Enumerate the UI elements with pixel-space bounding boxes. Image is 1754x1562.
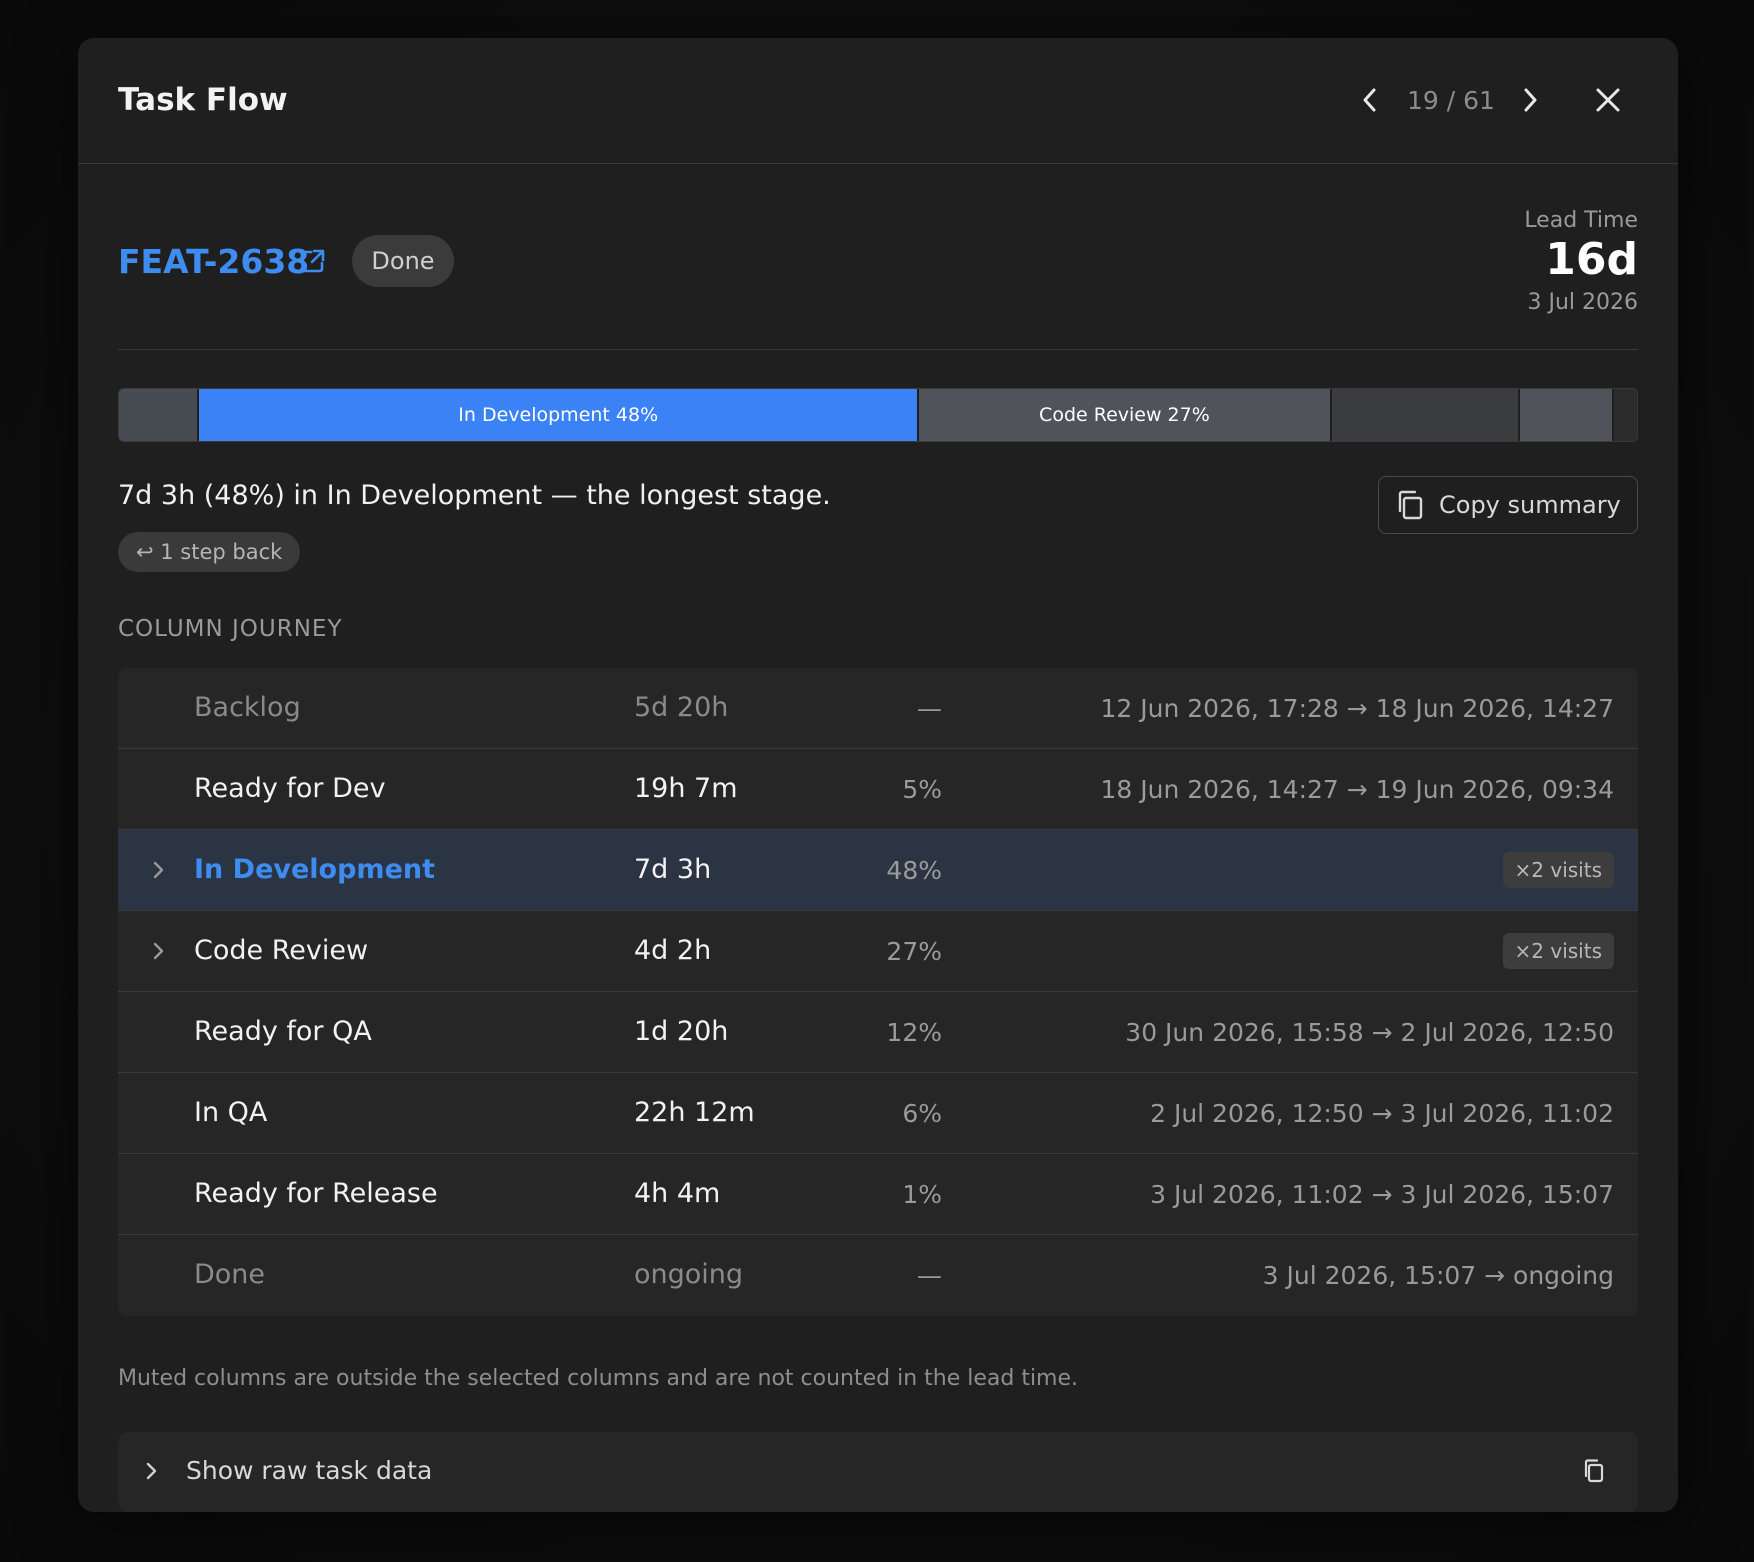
column-journey-heading: COLUMN JOURNEY <box>118 616 343 642</box>
stage-segment[interactable] <box>119 389 200 441</box>
copy-raw-data-icon[interactable] <box>1582 1458 1606 1488</box>
external-link-icon[interactable] <box>300 248 326 278</box>
column-name: Done <box>194 1259 266 1290</box>
column-date-range: 2 Jul 2026, 12:50 → 3 Jul 2026, 11:02 <box>1150 1099 1614 1128</box>
column-journey-table: Backlog 5d 20h — 12 Jun 2026, 17:28 → 18 Ju… <box>118 668 1638 1316</box>
copy-icon <box>1398 490 1423 520</box>
lead-time-date: 3 Jul 2026 <box>1527 290 1638 315</box>
stage-segment[interactable]: In Development 48% <box>199 389 919 441</box>
stage-segment[interactable] <box>1520 389 1615 441</box>
column-duration: 19h 7m <box>634 773 738 804</box>
lead-time-value: 16d <box>1545 234 1638 285</box>
modal-header: Task Flow 19 / 61 <box>78 38 1678 164</box>
column-name: Code Review <box>194 935 369 966</box>
chevron-left-icon <box>1363 88 1376 112</box>
visits-badge: ×2 visits <box>1502 852 1614 888</box>
status-badge: Done <box>352 235 454 287</box>
column-name: In QA <box>194 1097 268 1128</box>
column-duration: 7d 3h <box>634 854 712 885</box>
column-date-range: 12 Jun 2026, 17:28 → 18 Jun 2026, 14:27 <box>1100 694 1614 723</box>
column-date-range: 3 Jul 2026, 15:07 → ongoing <box>1262 1261 1614 1290</box>
footnote: Muted columns are outside the selected c… <box>118 1366 1079 1391</box>
journey-row: Ready for Dev 19h 7m 5% 18 Jun 2026, 14:27 … <box>118 749 1638 830</box>
stage-segment[interactable]: Code Review 27% <box>918 389 1332 441</box>
copy-summary-button[interactable]: Copy summary <box>1378 476 1638 534</box>
journey-row: In QA 22h 12m 6% 2 Jul 2026, 12:50 → 3 Jul … <box>118 1073 1638 1154</box>
summary-text: 7d 3h (48%) in In Development — the long… <box>118 480 831 511</box>
column-duration: 4h 4m <box>634 1178 721 1209</box>
task-id-link[interactable]: FEAT-2638 <box>118 242 309 281</box>
chevron-right-icon <box>1524 88 1537 112</box>
chevron-right-icon[interactable] <box>146 939 170 963</box>
column-percentage: 48% <box>886 856 942 885</box>
column-duration: 5d 20h <box>634 692 729 723</box>
column-percentage: 6% <box>902 1099 942 1128</box>
column-percentage: — <box>917 1261 942 1290</box>
column-name: In Development <box>194 854 436 885</box>
raw-data-label: Show raw task data <box>186 1456 433 1485</box>
column-name: Ready for QA <box>194 1016 372 1047</box>
journey-row: Done ongoing — 3 Jul 2026, 15:07 → ongoing <box>118 1235 1638 1316</box>
journey-row: Ready for QA 1d 20h 12% 30 Jun 2026, 15:58 … <box>118 992 1638 1073</box>
journey-row[interactable]: Code Review 4d 2h 27% ×2 visits <box>118 911 1638 992</box>
task-flow-modal: Task Flow 19 / 61 FEAT-2638 Done Lead Ti… <box>78 38 1678 1512</box>
column-date-range: 3 Jul 2026, 11:02 → 3 Jul 2026, 15:07 <box>1150 1180 1614 1209</box>
column-name: Ready for Dev <box>194 773 386 804</box>
column-name: Ready for Release <box>194 1178 438 1209</box>
column-percentage: 12% <box>886 1018 942 1047</box>
column-percentage: — <box>917 694 942 723</box>
column-duration: 22h 12m <box>634 1097 755 1128</box>
stage-segment[interactable] <box>1331 389 1521 441</box>
journey-row: Ready for Release 4h 4m 1% 3 Jul 2026, 11:0… <box>118 1154 1638 1235</box>
column-duration: 1d 20h <box>634 1016 729 1047</box>
previous-task-button[interactable] <box>1348 78 1392 122</box>
chevron-right-icon <box>144 1460 158 1486</box>
column-date-range: 30 Jun 2026, 15:58 → 2 Jul 2026, 12:50 <box>1125 1018 1614 1047</box>
raw-data-toggle[interactable]: Show raw task data <box>118 1432 1638 1512</box>
visits-badge: ×2 visits <box>1502 933 1614 969</box>
step-back-badge: ↩ 1 step back <box>118 532 301 572</box>
close-icon <box>1596 88 1620 112</box>
copy-summary-label: Copy summary <box>1439 491 1621 519</box>
journey-row: Backlog 5d 20h — 12 Jun 2026, 17:28 → 18 Ju… <box>118 668 1638 749</box>
lead-time-label: Lead Time <box>1524 208 1638 233</box>
column-percentage: 1% <box>902 1180 942 1209</box>
journey-row[interactable]: In Development 7d 3h 48% ×2 visits <box>118 830 1638 911</box>
column-duration: ongoing <box>634 1259 744 1290</box>
column-percentage: 5% <box>902 775 942 804</box>
modal-title: Task Flow <box>118 82 288 118</box>
column-percentage: 27% <box>886 937 942 966</box>
column-name: Backlog <box>194 692 301 723</box>
pager-indicator: 19 / 61 <box>1407 86 1495 115</box>
column-date-range: 18 Jun 2026, 14:27 → 19 Jun 2026, 09:34 <box>1100 775 1614 804</box>
stage-distribution-bar: In Development 48% Code Review 27% <box>118 388 1638 442</box>
close-button[interactable] <box>1586 78 1630 122</box>
stage-segment[interactable] <box>1614 389 1637 441</box>
divider <box>118 349 1638 350</box>
chevron-right-icon[interactable] <box>146 858 170 882</box>
column-duration: 4d 2h <box>634 935 712 966</box>
next-task-button[interactable] <box>1508 78 1552 122</box>
